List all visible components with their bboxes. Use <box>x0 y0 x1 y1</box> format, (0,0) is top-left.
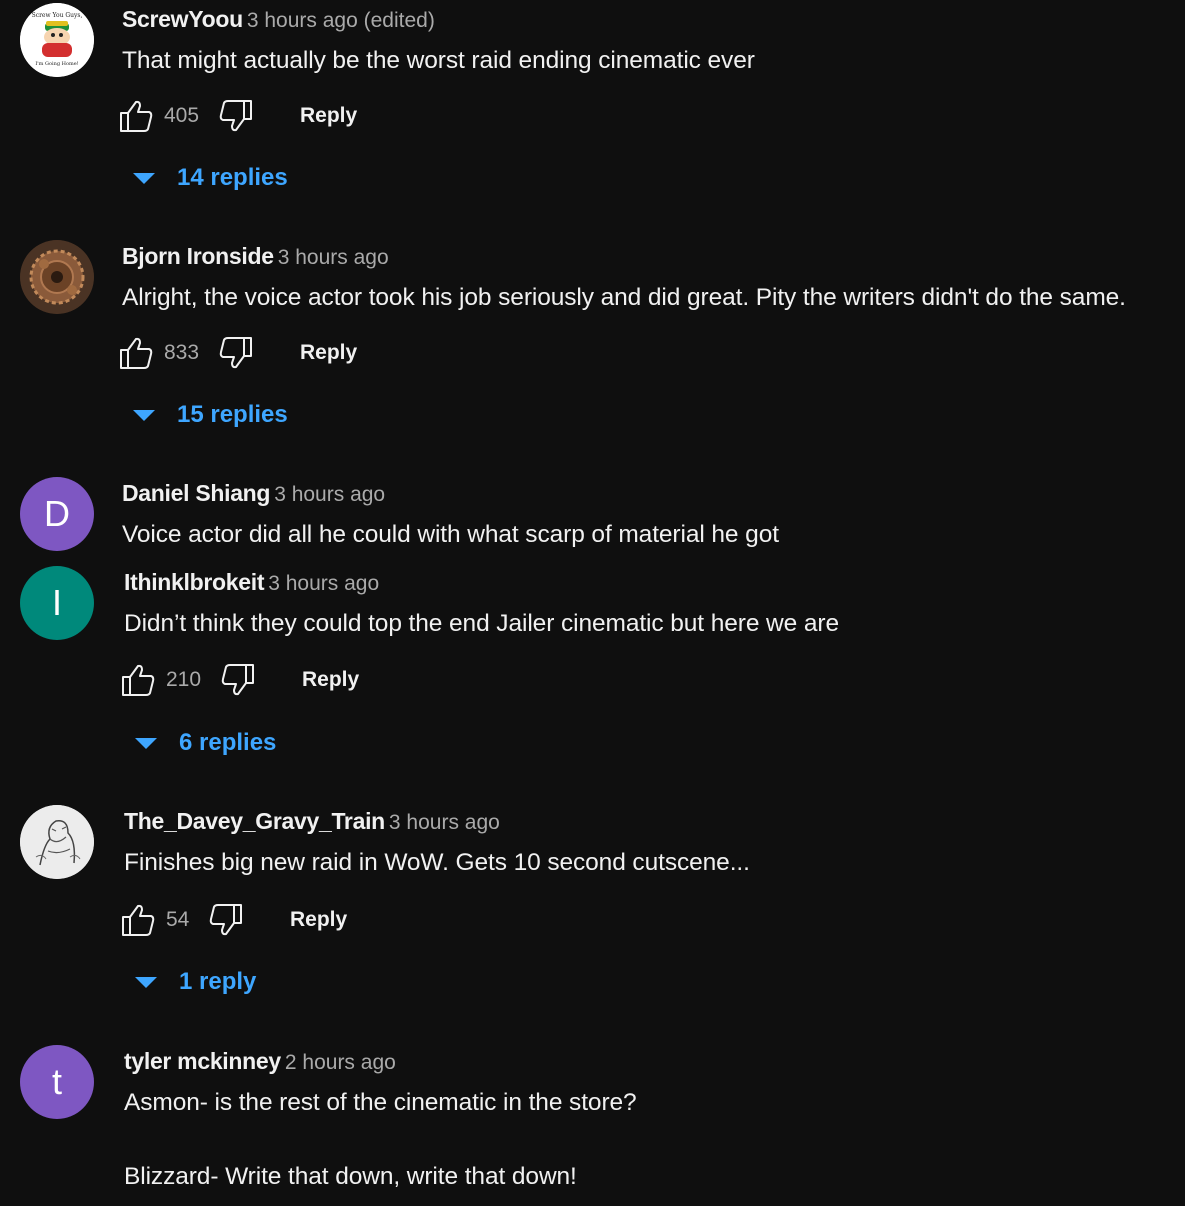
comment-text: That might actually be the worst raid en… <box>122 47 755 74</box>
avatar[interactable] <box>20 805 94 879</box>
comment-text: Finishes big new raid in WoW. Gets 10 se… <box>124 849 750 876</box>
comment-actions: 54 Reply <box>120 900 347 940</box>
avatar[interactable]: I <box>20 566 94 640</box>
thumbs-up-icon[interactable] <box>118 335 154 371</box>
replies-label: 14 replies <box>177 164 288 191</box>
thumbs-up-icon[interactable] <box>120 902 156 938</box>
bronze-gear-avatar-icon <box>20 240 94 314</box>
sketch-drawing-avatar-icon <box>20 805 94 879</box>
view-replies-button[interactable]: 1 reply <box>135 968 256 996</box>
avatar[interactable]: D <box>20 477 94 551</box>
avatar[interactable]: t <box>20 1045 94 1119</box>
comment-text: Alright, the voice actor took his job se… <box>122 284 1126 311</box>
timestamp[interactable]: 2 hours ago <box>285 1051 396 1074</box>
reply-button[interactable]: Reply <box>302 668 359 692</box>
view-replies-button[interactable]: 6 replies <box>135 729 276 757</box>
comment-text: Didn’t think they could top the end Jail… <box>124 610 839 637</box>
comment-header: Bjorn Ironside 3 hours ago <box>122 243 389 270</box>
view-replies-button[interactable]: 15 replies <box>133 401 288 429</box>
comment-actions: 405 Reply <box>118 96 357 136</box>
comment-text: Asmon- is the rest of the cinematic in t… <box>124 1089 637 1116</box>
thumbs-up-icon[interactable] <box>120 662 156 698</box>
avatar-letter: D <box>44 493 70 534</box>
replies-label: 15 replies <box>177 401 288 428</box>
view-replies-button[interactable]: 14 replies <box>133 164 288 192</box>
caret-down-icon <box>133 172 155 184</box>
thumbs-down-icon[interactable] <box>208 902 244 938</box>
thumbs-down-icon[interactable] <box>220 662 256 698</box>
comment-actions: 833 Reply <box>118 333 357 373</box>
caret-down-icon <box>133 409 155 421</box>
timestamp[interactable]: 3 hours ago <box>274 483 385 506</box>
reply-button[interactable]: Reply <box>300 341 357 365</box>
caret-down-icon <box>135 976 157 988</box>
thumbs-up-icon[interactable] <box>118 98 154 134</box>
avatar-caption-top: Screw You Guys, <box>32 12 83 19</box>
thumbs-down-icon[interactable] <box>218 335 254 371</box>
replies-label: 6 replies <box>179 729 277 756</box>
author-name[interactable]: ScrewYoou <box>122 6 243 32</box>
reply-button[interactable]: Reply <box>300 104 357 128</box>
like-count: 54 <box>166 908 190 931</box>
timestamp[interactable]: 3 hours ago <box>268 572 379 595</box>
timestamp[interactable]: 3 hours ago <box>278 246 389 269</box>
avatar-letter: t <box>51 1061 62 1102</box>
caret-down-icon <box>135 737 157 749</box>
comment-header: The_Davey_Gravy_Train 3 hours ago <box>124 808 500 835</box>
avatar[interactable]: Screw You Guys, I'm Going Home! <box>20 3 94 77</box>
timestamp[interactable]: 3 hours ago <box>389 811 500 834</box>
comment-header: ScrewYoou 3 hours ago (edited) <box>122 6 435 33</box>
author-name[interactable]: Daniel Shiang <box>122 480 270 506</box>
like-count: 405 <box>164 104 200 127</box>
comment-header: Daniel Shiang 3 hours ago <box>122 480 385 507</box>
cartoon-character-avatar-icon: Screw You Guys, I'm Going Home! <box>20 3 94 77</box>
comment-header: tyler mckinney 2 hours ago <box>124 1048 396 1075</box>
comment-header: Ithinklbrokeit 3 hours ago <box>124 569 379 596</box>
author-name[interactable]: The_Davey_Gravy_Train <box>124 808 385 834</box>
like-count: 210 <box>166 668 202 691</box>
thumbs-down-icon[interactable] <box>218 98 254 134</box>
comment-text-line-2: Blizzard- Write that down, write that do… <box>124 1163 577 1190</box>
avatar-caption-bottom: I'm Going Home! <box>35 61 78 67</box>
author-name[interactable]: tyler mckinney <box>124 1048 281 1074</box>
author-name[interactable]: Ithinklbrokeit <box>124 569 265 595</box>
comment-text: Voice actor did all he could with what s… <box>122 521 779 548</box>
comment-actions: 210 Reply <box>120 660 359 700</box>
author-name[interactable]: Bjorn Ironside <box>122 243 274 269</box>
avatar-letter: I <box>51 582 62 623</box>
timestamp[interactable]: 3 hours ago (edited) <box>247 9 435 32</box>
replies-label: 1 reply <box>179 968 257 995</box>
like-count: 833 <box>164 341 200 364</box>
avatar[interactable] <box>20 240 94 314</box>
reply-button[interactable]: Reply <box>290 908 347 932</box>
